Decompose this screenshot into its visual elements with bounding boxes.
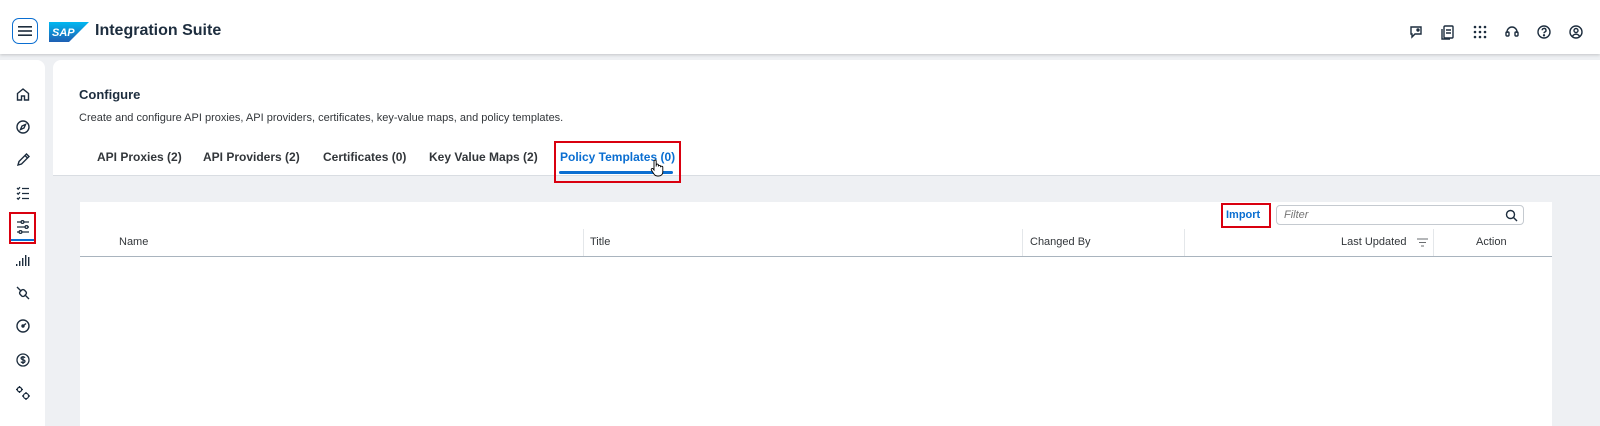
column-header-name[interactable]: Name <box>119 236 148 248</box>
help-icon[interactable] <box>1534 22 1554 42</box>
table-header: Name Title Changed By Last Updated Actio… <box>80 229 1552 257</box>
import-button[interactable]: Import <box>1226 209 1260 221</box>
column-separator <box>1022 229 1023 256</box>
app-grid-icon[interactable] <box>1470 22 1490 42</box>
discover-icon[interactable] <box>11 115 35 139</box>
tab-key-value-maps[interactable]: Key Value Maps (2) <box>429 150 538 164</box>
page-description: Create and configure API proxies, API pr… <box>79 112 564 124</box>
hamburger-icon <box>18 26 32 36</box>
tab-certificates[interactable]: Certificates (0) <box>323 150 406 164</box>
sort-icon[interactable] <box>1417 238 1428 247</box>
policy-templates-table: Import Name Title Changed By Last Update… <box>80 202 1552 426</box>
notes-icon[interactable] <box>1438 22 1458 42</box>
test-icon[interactable] <box>11 181 35 205</box>
column-separator <box>1184 229 1185 256</box>
design-icon[interactable] <box>11 148 35 172</box>
filter-field[interactable] <box>1276 205 1524 225</box>
app-title: Integration Suite <box>95 22 222 39</box>
search-icon[interactable] <box>1505 209 1518 222</box>
configure-icon[interactable] <box>11 215 35 241</box>
column-header-action[interactable]: Action <box>1476 236 1507 248</box>
side-navigation <box>0 60 45 426</box>
column-separator <box>583 229 584 256</box>
monitor-icon[interactable] <box>11 248 35 272</box>
feedback-icon[interactable] <box>1406 22 1426 42</box>
page-header: Configure Create and configure API proxi… <box>53 60 1600 177</box>
shell-bar: SAP Integration Suite <box>0 0 1600 54</box>
tab-api-proxies[interactable]: API Proxies (2) <box>97 150 182 164</box>
svg-text:SAP: SAP <box>52 27 75 39</box>
column-separator <box>1433 229 1434 256</box>
tab-api-providers[interactable]: API Providers (2) <box>203 150 300 164</box>
dashboard-icon[interactable] <box>11 314 35 338</box>
settings-icon[interactable] <box>11 381 35 405</box>
sap-logo: SAP <box>49 22 89 42</box>
column-header-title[interactable]: Title <box>590 236 610 248</box>
monetize-icon[interactable] <box>11 348 35 372</box>
menu-button[interactable] <box>12 18 38 44</box>
hand-cursor-icon <box>650 159 664 177</box>
filter-input[interactable] <box>1277 206 1504 224</box>
home-icon[interactable] <box>11 82 35 106</box>
column-header-last-updated[interactable]: Last Updated <box>1341 236 1406 248</box>
column-header-changed-by[interactable]: Changed By <box>1030 236 1091 248</box>
page-title: Configure <box>79 87 141 102</box>
connectivity-icon[interactable] <box>11 281 35 305</box>
support-icon[interactable] <box>1502 22 1522 42</box>
user-icon[interactable] <box>1566 22 1586 42</box>
